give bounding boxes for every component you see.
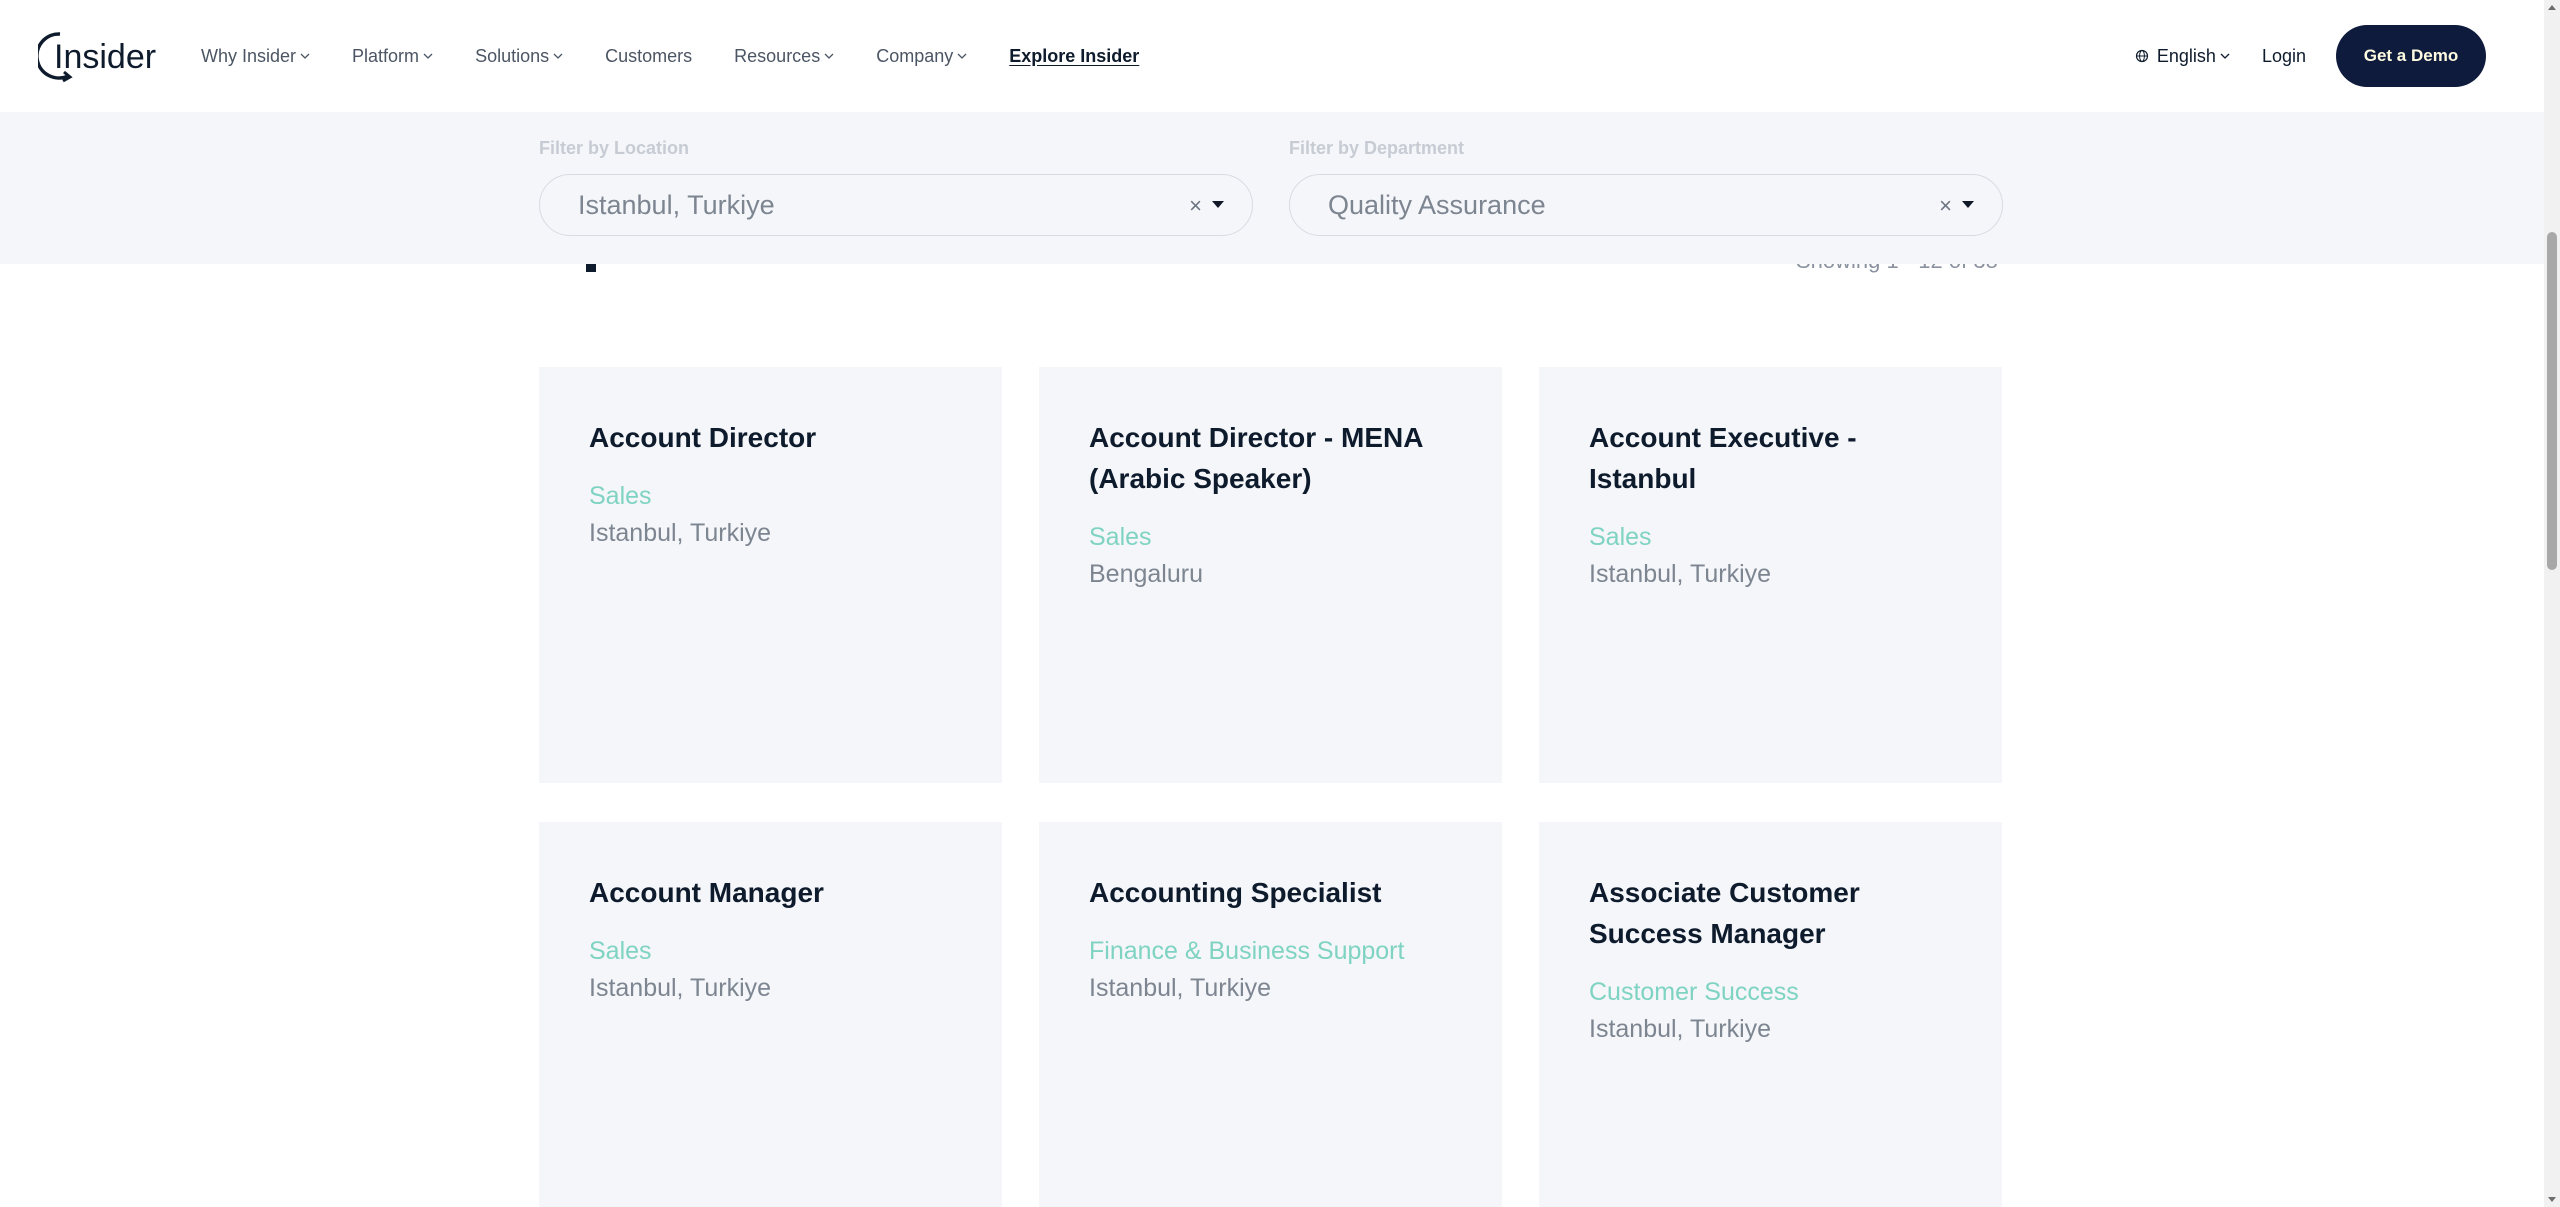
caret-down-icon[interactable] [1212, 201, 1224, 208]
job-title: Associate Customer Success Manager [1589, 877, 1860, 949]
chevron-down-icon [300, 53, 310, 59]
scroll-down-arrow-icon[interactable] [2548, 1197, 2556, 1202]
nav-label: Platform [352, 45, 420, 66]
chevron-down-icon [824, 53, 834, 59]
nav-resources[interactable]: Resources [734, 46, 834, 67]
location-filter: Filter by Location Istanbul, Turkiye × [539, 138, 1253, 236]
job-card[interactable]: Account Director - MENA (Arabic Speaker)… [1039, 367, 1502, 783]
globe-icon [2135, 49, 2149, 63]
location-select-value: Istanbul, Turkiye [578, 189, 775, 220]
job-department: Customer Success [1589, 978, 1799, 1006]
caret-down-icon[interactable] [1962, 201, 1974, 208]
nav-explore-insider[interactable]: Explore Insider [1009, 46, 1139, 67]
main-nav: Why Insider Platform Solutions Customers… [201, 0, 1181, 112]
site-header: Insider Why Insider Platform Solutions C… [0, 0, 2544, 112]
job-card[interactable]: Accounting Specialist Finance & Business… [1039, 822, 1502, 1207]
nav-label: Company [876, 45, 954, 66]
job-card[interactable]: Account Manager Sales Istanbul, Turkiye [539, 822, 1002, 1207]
scrollbar-thumb[interactable] [2547, 232, 2557, 570]
clear-icon[interactable]: × [1939, 193, 1952, 219]
job-title: Account Director [589, 422, 817, 453]
chevron-down-icon [2220, 53, 2230, 59]
chevron-down-icon [553, 53, 563, 59]
nav-label: Explore Insider [1009, 45, 1140, 66]
job-department: Sales [589, 937, 652, 965]
page-scrollbar[interactable] [2544, 0, 2560, 1207]
department-filter-label: Filter by Department [1289, 138, 1465, 158]
nav-label: Why Insider [201, 45, 297, 66]
nav-label: Resources [734, 45, 821, 66]
job-card[interactable]: Account Executive - Istanbul Sales Istan… [1539, 367, 2002, 783]
job-location: Istanbul, Turkiye [1089, 974, 1272, 1002]
clear-icon[interactable]: × [1189, 193, 1202, 219]
job-card[interactable]: Account Director Sales Istanbul, Turkiye [539, 367, 1002, 783]
get-a-demo-button[interactable]: Get a Demo [2336, 25, 2486, 87]
job-location: Istanbul, Turkiye [589, 974, 772, 1002]
chevron-down-icon [423, 53, 433, 59]
language-label: English [2156, 45, 2216, 66]
nav-platform[interactable]: Platform [352, 46, 433, 67]
nav-solutions[interactable]: Solutions [475, 46, 563, 67]
department-select-value: Quality Assurance [1328, 189, 1546, 220]
nav-label: Solutions [475, 45, 550, 66]
nav-company[interactable]: Company [876, 46, 967, 67]
department-select[interactable]: Quality Assurance × [1289, 174, 2003, 236]
logo-wordmark: Insider [54, 38, 156, 76]
insider-logo[interactable]: Insider [38, 24, 162, 88]
job-title: Accounting Specialist [1089, 877, 1382, 908]
job-department: Sales [589, 482, 652, 510]
job-department: Sales [1089, 523, 1152, 551]
job-card[interactable]: Associate Customer Success Manager Custo… [1539, 822, 2002, 1207]
scroll-up-arrow-icon[interactable] [2548, 5, 2556, 10]
nav-label: Customers [605, 45, 693, 66]
job-location: Istanbul, Turkiye [1589, 560, 1772, 588]
page: Insider Why Insider Platform Solutions C… [0, 0, 2560, 1207]
job-department: Sales [1589, 523, 1652, 551]
department-filter: Filter by Department Quality Assurance × [1289, 138, 2003, 236]
nav-customers[interactable]: Customers [605, 46, 692, 67]
job-location: Istanbul, Turkiye [589, 519, 772, 547]
job-location: Bengaluru [1089, 560, 1203, 588]
job-title: Account Director - MENA (Arabic Speaker) [1089, 422, 1423, 494]
location-select[interactable]: Istanbul, Turkiye × [539, 174, 1253, 236]
header-actions: English Login Get a Demo [2135, 0, 2544, 112]
login-link[interactable]: Login [2262, 46, 2306, 67]
chevron-down-icon [957, 53, 967, 59]
location-filter-label: Filter by Location [539, 138, 690, 158]
nav-why-insider[interactable]: Why Insider [201, 46, 310, 67]
job-location: Istanbul, Turkiye [1589, 1015, 1772, 1043]
insider-logo-mark: Insider [38, 32, 156, 83]
job-filters: Filter by Location Istanbul, Turkiye × F… [0, 112, 2544, 264]
job-title: Account Executive - Istanbul [1589, 422, 1857, 494]
job-title: Account Manager [589, 877, 824, 908]
language-selector[interactable]: English [2135, 46, 2230, 67]
job-department: Finance & Business Support [1089, 937, 1405, 965]
